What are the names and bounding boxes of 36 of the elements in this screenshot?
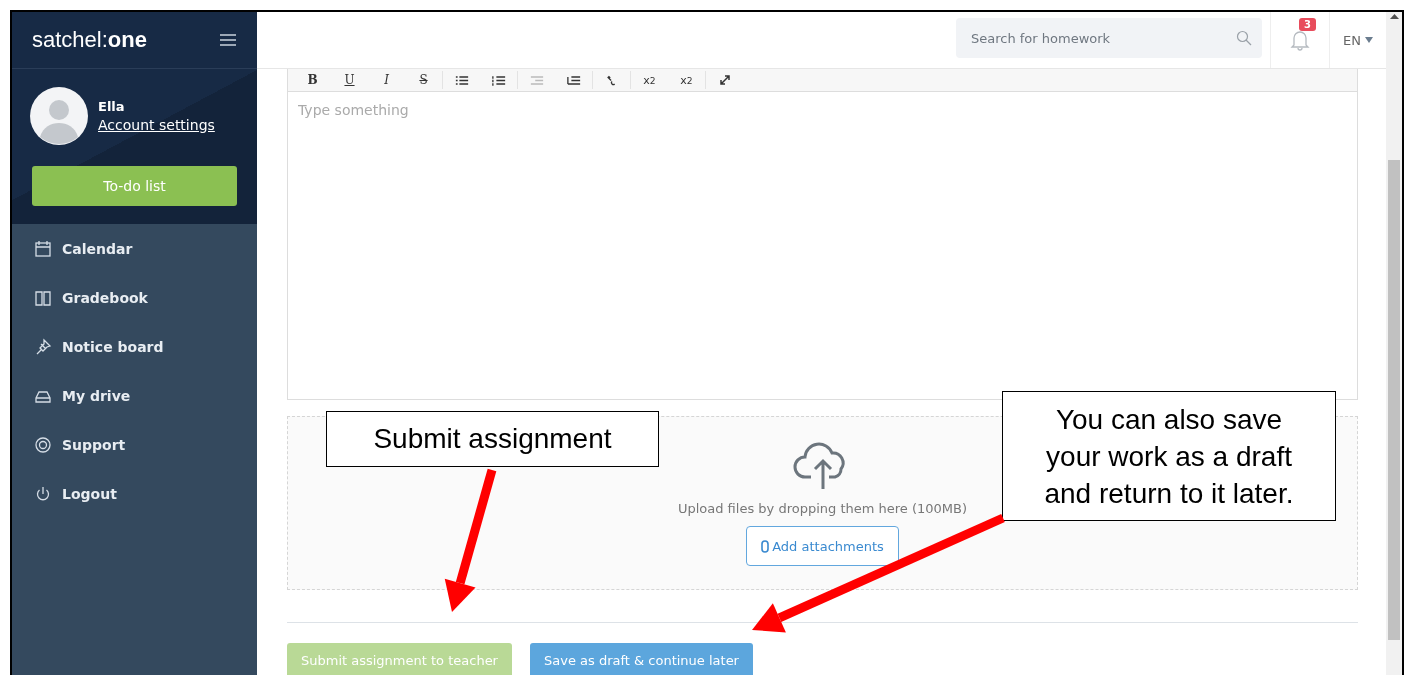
search-field[interactable]: Search for homework — [956, 18, 1262, 58]
pin-icon — [34, 337, 52, 356]
avatar-icon — [30, 87, 88, 145]
upload-hint: Upload files by dropping them here (100MB) — [677, 501, 968, 516]
bell-icon[interactable] — [1289, 28, 1311, 52]
scrollbar-thumb[interactable] — [1388, 160, 1400, 640]
underline-button[interactable]: U — [331, 71, 368, 89]
calendar-icon — [34, 239, 52, 258]
callout-label: You can also save your work as a draft and return to it later. — [1002, 391, 1336, 521]
scroll-up-icon[interactable] — [1389, 12, 1399, 21]
sidebar-item[interactable]: Notice board — [12, 322, 257, 371]
sidebar-item[interactable]: My drive — [12, 371, 257, 420]
italic-button[interactable]: I — [368, 71, 405, 89]
book-icon — [34, 288, 52, 307]
sidebar-item[interactable]: Gradebook — [12, 273, 257, 322]
numbered-list-icon[interactable] — [491, 73, 506, 87]
indent-icon[interactable] — [566, 73, 581, 87]
sidebar-item[interactable]: Calendar — [12, 224, 257, 273]
caret-icon — [1364, 37, 1373, 43]
search-icon — [1236, 30, 1252, 46]
lifebuoy-icon — [34, 435, 52, 454]
fullscreen-icon[interactable] — [718, 74, 731, 86]
menu-icon[interactable] — [219, 33, 237, 47]
notification-badge: 3 — [1299, 18, 1316, 31]
sidebar-item[interactable]: Support — [12, 420, 257, 469]
bullet-list-icon[interactable] — [454, 73, 469, 87]
account-settings-link[interactable]: Account settings — [98, 116, 215, 133]
add-attachments-button[interactable]: Add attachments — [746, 526, 899, 566]
sidebar-item[interactable]: Logout — [12, 469, 257, 518]
logo[interactable]: satchel:one — [32, 27, 147, 53]
language-selector[interactable]: EN — [1343, 32, 1361, 48]
callout-label: Submit assignment — [326, 411, 659, 467]
strikethrough-button[interactable]: S — [405, 71, 442, 89]
power-icon — [34, 484, 52, 503]
bold-button[interactable]: B — [294, 71, 331, 89]
user-name: Ella — [98, 98, 126, 114]
